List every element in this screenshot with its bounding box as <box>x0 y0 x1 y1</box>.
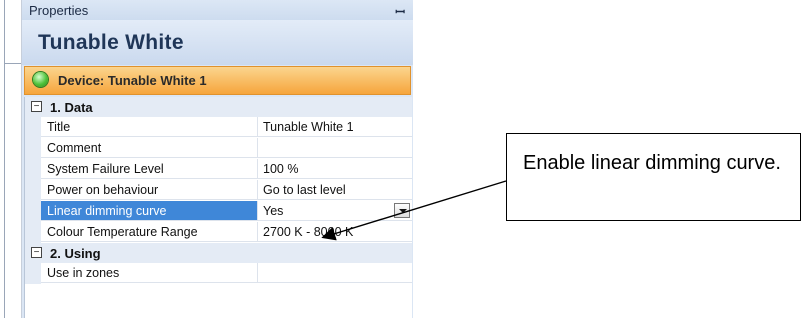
arrow-line <box>321 180 507 241</box>
callout-arrow <box>321 180 507 241</box>
